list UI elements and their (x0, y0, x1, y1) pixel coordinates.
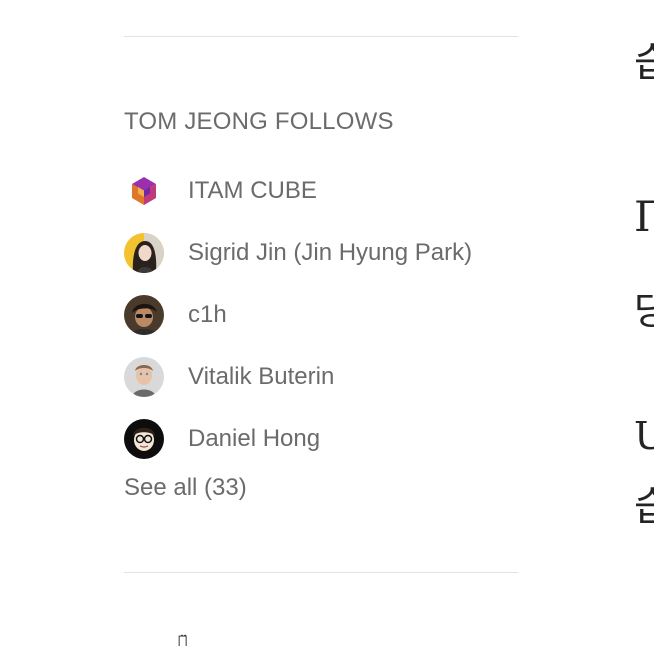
right-column-text-fragment: П (634, 192, 654, 241)
follow-name[interactable]: Sigrid Jin (Jin Hyung Park) (188, 239, 472, 267)
follows-section-title: TOM JEONG FOLLOWS (124, 108, 394, 135)
bottom-divider (124, 572, 518, 573)
follow-item-itam-cube[interactable]: ITAM CUBE (124, 160, 518, 222)
follow-item-c1h[interactable]: c1h (124, 284, 518, 346)
follow-item-daniel-hong[interactable]: Daniel Hong (124, 408, 518, 470)
person-avatar-icon[interactable] (124, 295, 164, 335)
right-column-text-fragment: U (634, 414, 654, 458)
follow-name[interactable]: c1h (188, 301, 227, 329)
right-column-text-fragment: 습 (634, 484, 654, 530)
top-divider (124, 36, 518, 37)
itam-cube-logo-icon[interactable] (124, 171, 164, 211)
person-avatar-icon[interactable] (124, 233, 164, 273)
follow-name[interactable]: Vitalik Buterin (188, 363, 334, 391)
person-avatar-icon[interactable] (124, 419, 164, 459)
bottom-text-fragment: ᅟ̈ (178, 632, 188, 646)
follows-list: ITAM CUBE Sigrid Jin (Jin Hyung Park) c1… (124, 160, 518, 470)
follow-item-vitalik-buterin[interactable]: Vitalik Buterin (124, 346, 518, 408)
person-avatar-icon[interactable] (124, 357, 164, 397)
follow-name[interactable]: ITAM CUBE (188, 177, 317, 205)
right-column-text-fragment: 당 (634, 289, 654, 333)
follow-item-sigrid-jin[interactable]: Sigrid Jin (Jin Hyung Park) (124, 222, 518, 284)
see-all-follows-link[interactable]: See all (33) (124, 474, 247, 502)
follow-name[interactable]: Daniel Hong (188, 425, 320, 453)
right-column-text-fragment: 습 (634, 40, 654, 86)
